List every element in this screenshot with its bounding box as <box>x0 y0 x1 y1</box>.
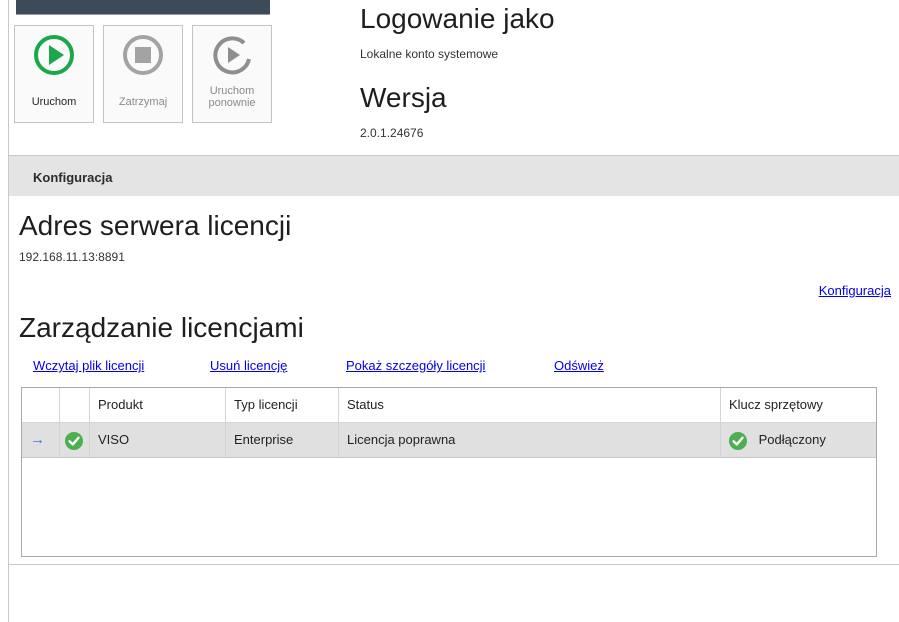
play-icon <box>34 35 74 75</box>
remove-license-link[interactable]: Usuń licencję <box>210 358 287 373</box>
column-header-product[interactable]: Produkt <box>90 388 226 422</box>
version-value: 2.0.1.24676 <box>360 126 424 140</box>
server-address-value: 192.168.11.13:8891 <box>19 250 125 264</box>
table-row[interactable]: → VISO Enterprise Licencja poprawna Podł… <box>22 423 876 458</box>
license-type-cell: Enterprise <box>226 423 339 457</box>
restart-icon <box>213 36 251 75</box>
configuration-link[interactable]: Konfiguracja <box>819 283 891 298</box>
license-state-cell <box>60 423 90 457</box>
version-heading: Wersja <box>360 82 447 113</box>
hardware-key-cell: Podłączony <box>721 423 876 457</box>
header-image-strip <box>16 0 270 15</box>
stop-icon <box>123 35 163 75</box>
refresh-link[interactable]: Odśwież <box>554 358 604 373</box>
restart-button-label: Uruchom ponownie <box>208 85 256 109</box>
column-header-status[interactable]: Status <box>339 388 721 422</box>
status-cell: Licencja poprawna <box>339 423 721 457</box>
load-license-link[interactable]: Wczytaj plik licencji <box>33 358 144 373</box>
header-state-cell <box>60 388 90 422</box>
column-header-hardware-key[interactable]: Klucz sprzętowy <box>721 388 876 422</box>
check-circle-icon <box>65 431 83 450</box>
start-button[interactable]: Uruchom <box>14 25 94 123</box>
header-indicator-cell <box>22 388 60 422</box>
configuration-section-title: Konfiguracja <box>33 170 113 185</box>
start-button-label: Uruchom <box>31 96 77 108</box>
hardware-key-value: Podłączony <box>758 432 826 447</box>
stop-button-label: Zatrzymaj <box>118 96 168 108</box>
restart-button[interactable]: Uruchom ponownie <box>192 25 272 123</box>
column-header-license-type[interactable]: Typ licencji <box>226 388 339 422</box>
login-value: Lokalne konto systemowe <box>360 47 499 61</box>
license-management-heading: Zarządzanie licencjami <box>19 312 304 343</box>
stop-button[interactable]: Zatrzymaj <box>103 25 183 123</box>
product-cell: VISO <box>90 423 226 457</box>
license-details-link[interactable]: Pokaż szczegóły licencji <box>346 358 485 373</box>
license-grid: Produkt Typ licencji Status Klucz sprzęt… <box>21 387 877 557</box>
grid-header-row: Produkt Typ licencji Status Klucz sprzęt… <box>22 388 876 423</box>
current-row-arrow-icon: → <box>22 423 60 457</box>
configuration-section-header: Konfiguracja <box>9 156 899 196</box>
server-address-heading: Adres serwera licencji <box>19 210 292 241</box>
login-heading: Logowanie jako <box>360 3 555 34</box>
check-circle-icon <box>729 431 747 450</box>
